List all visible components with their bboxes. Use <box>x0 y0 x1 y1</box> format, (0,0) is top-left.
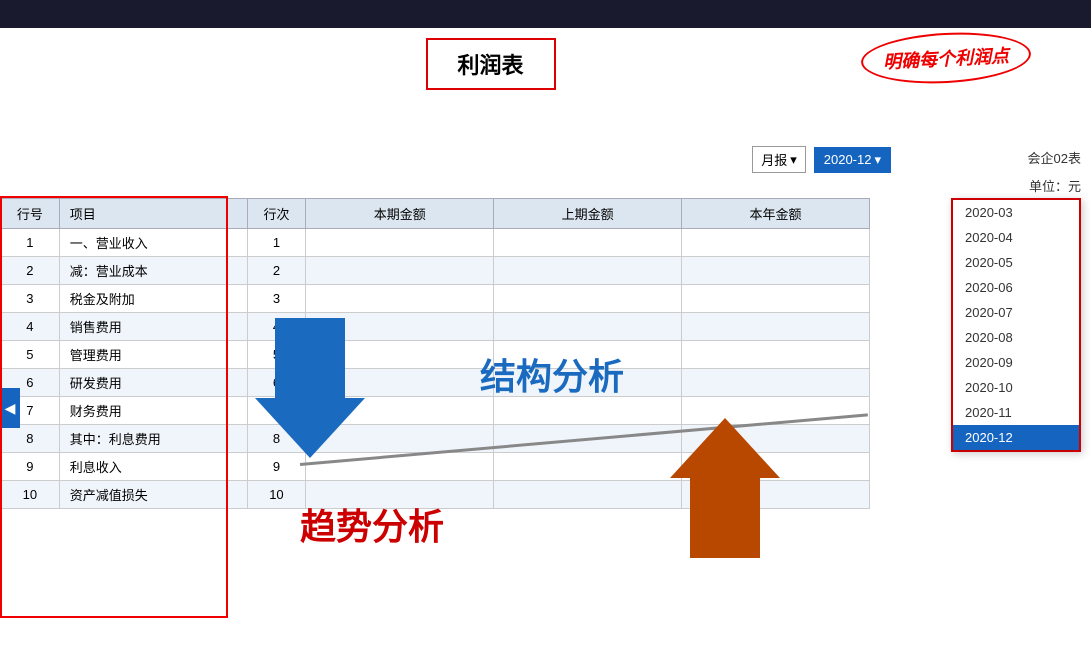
table-row: 3 税金及附加 3 <box>1 285 870 313</box>
toolbar: 月报 ▾ 2020-12 ▾ <box>752 146 891 173</box>
main-area: 明确每个利润点 利润表 会企02表 月报 ▾ 2020-12 ▾ 单位：元 行号… <box>0 28 1091 654</box>
cell-item: 研发费用 <box>59 369 247 397</box>
cell-linenum: 3 <box>1 285 60 313</box>
cell-annual <box>682 369 870 397</box>
title-box: 利润表 <box>426 38 556 90</box>
cell-seq: 3 <box>247 285 306 313</box>
cell-item: 管理费用 <box>59 341 247 369</box>
cell-linenum: 9 <box>1 453 60 481</box>
cell-item: 一、营业收入 <box>59 229 247 257</box>
blue-arrow-body <box>275 318 345 398</box>
dropdown-item[interactable]: 2020-11 <box>953 400 1079 425</box>
cell-linenum: 8 <box>1 425 60 453</box>
sidebar-toggle[interactable]: ◀ <box>0 388 20 428</box>
bubble-text: 明确每个利润点 <box>860 29 1032 88</box>
sidebar-arrow-icon: ◀ <box>5 400 16 417</box>
col-header-linenum: 行号 <box>1 199 60 229</box>
cell-item: 销售费用 <box>59 313 247 341</box>
cell-seq: 10 <box>247 481 306 509</box>
col-header-seq: 行次 <box>247 199 306 229</box>
cell-last <box>494 257 682 285</box>
cell-annual <box>682 257 870 285</box>
orange-arrow-container <box>670 418 780 558</box>
cell-annual <box>682 285 870 313</box>
table-row: 4 销售费用 4 <box>1 313 870 341</box>
company-label: 会企02表 <box>1028 148 1081 167</box>
period-select[interactable]: 2020-12 ▾ <box>814 147 891 173</box>
dropdown-item[interactable]: 2020-03 <box>953 200 1079 225</box>
cell-annual <box>682 313 870 341</box>
cell-linenum: 1 <box>1 229 60 257</box>
cell-last <box>494 453 682 481</box>
dropdown-item[interactable]: 2020-04 <box>953 225 1079 250</box>
cell-last <box>494 229 682 257</box>
table-row: 2 减：营业成本 2 <box>1 257 870 285</box>
cell-seq: 2 <box>247 257 306 285</box>
cell-current <box>306 285 494 313</box>
report-type-select[interactable]: 月报 ▾ <box>752 146 806 173</box>
blue-arrow-head <box>255 398 365 458</box>
col-header-current: 本期金额 <box>306 199 494 229</box>
speech-bubble: 明确每个利润点 <box>861 33 1031 83</box>
period-dropdown[interactable]: 2020-032020-042020-052020-062020-072020-… <box>951 198 1081 452</box>
cell-last <box>494 397 682 425</box>
cell-item: 财务费用 <box>59 397 247 425</box>
cell-seq: 1 <box>247 229 306 257</box>
cell-item: 其中：利息费用 <box>59 425 247 453</box>
orange-arrow-head <box>670 418 780 478</box>
table-row: 6 研发费用 6 <box>1 369 870 397</box>
col-header-annual: 本年金额 <box>682 199 870 229</box>
cell-item: 利息收入 <box>59 453 247 481</box>
cell-linenum: 2 <box>1 257 60 285</box>
trend-analysis-label: 趋势分析 <box>300 498 444 550</box>
cell-annual <box>682 341 870 369</box>
cell-linenum: 10 <box>1 481 60 509</box>
structure-analysis-label: 结构分析 <box>480 348 624 400</box>
dropdown-item[interactable]: 2020-07 <box>953 300 1079 325</box>
cell-current <box>306 257 494 285</box>
table-row: 5 管理费用 5 <box>1 341 870 369</box>
cell-last <box>494 313 682 341</box>
dropdown-item[interactable]: 2020-06 <box>953 275 1079 300</box>
dropdown-item[interactable]: 2020-05 <box>953 250 1079 275</box>
col-header-last: 上期金额 <box>494 199 682 229</box>
dropdown-item[interactable]: 2020-12 <box>953 425 1079 450</box>
cell-last <box>494 481 682 509</box>
dropdown-item[interactable]: 2020-08 <box>953 325 1079 350</box>
dropdown-item[interactable]: 2020-09 <box>953 350 1079 375</box>
table-row: 1 一、营业收入 1 <box>1 229 870 257</box>
cell-item: 资产减值损失 <box>59 481 247 509</box>
cell-item: 减：营业成本 <box>59 257 247 285</box>
title-section: 利润表 <box>426 38 556 90</box>
cell-last <box>494 285 682 313</box>
cell-annual <box>682 229 870 257</box>
unit-label: 单位：元 <box>1029 176 1081 195</box>
cell-linenum: 4 <box>1 313 60 341</box>
cell-linenum: 5 <box>1 341 60 369</box>
col-header-item: 项目 <box>59 199 247 229</box>
cell-current <box>306 229 494 257</box>
top-bar <box>0 0 1091 28</box>
cell-item: 税金及附加 <box>59 285 247 313</box>
orange-arrow-body <box>690 478 760 558</box>
dropdown-item[interactable]: 2020-10 <box>953 375 1079 400</box>
